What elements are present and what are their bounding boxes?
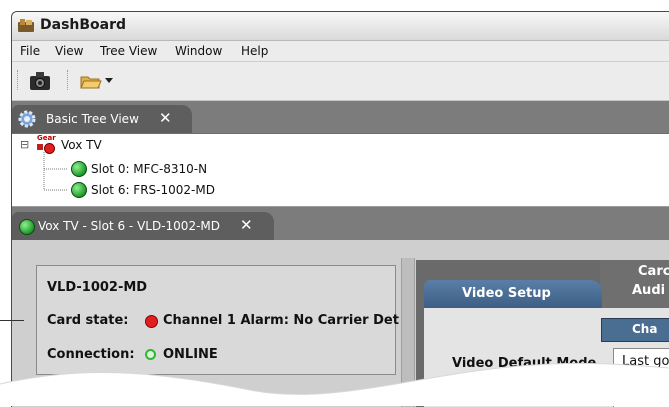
tab-label: Vox TV - Slot 6 - VLD-1002-MD [38, 219, 220, 233]
device-tab-strip: Vox TV - Slot 6 - VLD-1002-MD ✕ [12, 207, 669, 240]
gear-status-icon: Gear [36, 134, 56, 154]
open-folder-icon[interactable] [80, 71, 102, 91]
menu-bar: File View Tree View Window Help [12, 41, 669, 62]
tab-device-vld[interactable]: Vox TV - Slot 6 - VLD-1002-MD ✕ [12, 212, 274, 240]
tab-label: Basic Tree View [46, 112, 139, 126]
tree-item-slot-0[interactable]: Slot 0: MFC-8310-N [91, 162, 207, 176]
torn-edge [0, 362, 669, 406]
toolbar-separator [17, 70, 20, 90]
menu-view[interactable]: View [55, 44, 83, 58]
tab-basic-tree-view[interactable]: Basic Tree View ✕ [12, 105, 192, 133]
menu-window[interactable]: Window [175, 44, 222, 58]
channel-header: Cha [601, 318, 669, 342]
window-title: DashBoard [40, 17, 127, 33]
card-state-label: Card state: [47, 313, 129, 328]
dashboard-app-icon [18, 19, 34, 32]
gear-icon [18, 110, 36, 128]
status-led-green [19, 219, 35, 235]
alarm-status-dot [145, 315, 158, 328]
tree-panel: ⊟ Gear Vox TV Slot 0: MFC-8310-N Slot 6:… [12, 134, 669, 207]
tree-tab-strip: Basic Tree View ✕ [12, 101, 669, 133]
tree-root-vox-tv[interactable]: Vox TV [61, 138, 102, 152]
card-state-value: Channel 1 Alarm: No Carrier Det [163, 313, 399, 328]
top-tab-partial[interactable]: Carc Audi [600, 260, 669, 308]
menu-help[interactable]: Help [241, 44, 268, 58]
title-bar: DashBoard [12, 12, 669, 41]
menu-file[interactable]: File [20, 44, 40, 58]
dropdown-arrow-icon[interactable] [105, 78, 113, 84]
close-icon[interactable]: ✕ [240, 216, 253, 234]
status-led-green [71, 182, 87, 198]
device-name: VLD-1002-MD [47, 280, 148, 295]
camera-icon[interactable] [29, 71, 51, 91]
status-led-green [71, 161, 87, 177]
callout-line [0, 320, 24, 321]
tree-item-slot-6[interactable]: Slot 6: FRS-1002-MD [91, 183, 215, 197]
tab-video-setup[interactable]: Video Setup [424, 280, 602, 308]
toolbar [12, 62, 669, 101]
menu-tree-view[interactable]: Tree View [100, 44, 157, 58]
close-icon[interactable]: ✕ [159, 109, 172, 127]
collapse-icon[interactable]: ⊟ [20, 138, 29, 151]
toolbar-separator [67, 70, 70, 90]
